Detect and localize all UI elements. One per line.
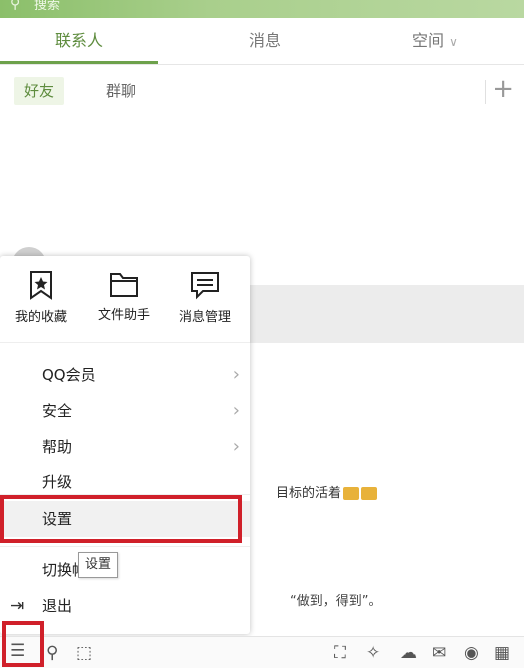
add-icon[interactable]: + bbox=[492, 75, 514, 103]
photo-icon[interactable]: ◉ bbox=[464, 643, 479, 663]
game-icon[interactable]: ⛶ bbox=[334, 643, 346, 663]
settings-tooltip: 设置 bbox=[78, 552, 119, 578]
tab-qzone[interactable]: 空间 ∨ bbox=[395, 18, 475, 64]
menu-item-switch-account[interactable]: 切换帐号 bbox=[0, 552, 250, 588]
my-favorites-button[interactable]: 我的收藏 bbox=[2, 270, 80, 325]
menu-item-help[interactable]: 帮助 › bbox=[0, 429, 250, 465]
exit-icon: ⇥ bbox=[10, 596, 25, 616]
search-bar[interactable]: ⚲ 搜索 bbox=[0, 0, 524, 18]
crown-icon bbox=[361, 487, 378, 500]
active-tab-indicator bbox=[0, 61, 158, 64]
crown-icon bbox=[343, 487, 360, 500]
contact-status-text: 目标的活着 bbox=[276, 482, 378, 501]
message-icon bbox=[191, 272, 219, 300]
mail-icon[interactable]: ✉ bbox=[432, 643, 446, 663]
apps-grid-icon[interactable]: ▦ bbox=[494, 643, 510, 663]
weather-icon[interactable]: ☁ bbox=[400, 643, 417, 663]
quick-action-label: 我的收藏 bbox=[14, 310, 67, 325]
pet-icon[interactable]: ✧ bbox=[366, 643, 380, 663]
menu-quick-actions: 我的收藏 文件助手 消息管理 bbox=[0, 256, 250, 343]
menu-item-label: QQ会员 bbox=[42, 366, 96, 384]
search-input[interactable]: 搜索 bbox=[34, 0, 60, 13]
folder-icon bbox=[110, 273, 138, 297]
menu-item-qq-vip[interactable]: QQ会员 › bbox=[0, 357, 250, 393]
divider bbox=[485, 80, 486, 104]
contact-status-text: “做到，得到”。 bbox=[290, 594, 382, 609]
quick-action-label: 消息管理 bbox=[178, 310, 231, 325]
menu-item-security[interactable]: 安全 › bbox=[0, 393, 250, 429]
message-manager-button[interactable]: 消息管理 bbox=[166, 270, 244, 325]
chevron-right-icon: › bbox=[232, 436, 240, 457]
bottom-toolbar: ☰ ⚲ ⬚ ⛶ ✧ ☁ ✉ ◉ ▦ bbox=[0, 636, 524, 668]
tab-qzone-label: 空间 bbox=[412, 31, 445, 50]
menu-item-label: 安全 bbox=[42, 402, 73, 420]
chevron-right-icon: › bbox=[232, 364, 240, 385]
search-icon: ⚲ bbox=[10, 0, 21, 12]
app-manager-icon[interactable]: ⬚ bbox=[76, 643, 92, 663]
chevron-down-icon: ∨ bbox=[449, 35, 458, 49]
add-contact-icon[interactable]: ⚲ bbox=[46, 643, 58, 663]
file-assistant-button[interactable]: 文件助手 bbox=[85, 270, 163, 323]
contact-subtabs: 好友 群聊 + bbox=[0, 65, 524, 115]
menu-divider bbox=[0, 546, 250, 547]
highlight-box bbox=[2, 621, 44, 667]
subtab-groups[interactable]: 群聊 bbox=[96, 77, 146, 105]
main-menu: 我的收藏 文件助手 消息管理 QQ会员 › 安全 › 帮助 › 升级 设置 切换… bbox=[0, 256, 250, 634]
chevron-right-icon: › bbox=[232, 400, 240, 421]
highlight-box bbox=[0, 495, 242, 543]
menu-item-exit[interactable]: ⇥ 退出 bbox=[0, 588, 250, 624]
menu-item-label: 帮助 bbox=[42, 438, 73, 456]
tab-contacts[interactable]: 联系人 bbox=[0, 18, 158, 64]
tab-messages[interactable]: 消息 bbox=[190, 18, 340, 64]
main-tabs: 联系人 消息 空间 ∨ bbox=[0, 18, 524, 65]
menu-item-label: 退出 bbox=[42, 597, 73, 615]
bookmark-icon bbox=[30, 271, 52, 300]
subtab-friends[interactable]: 好友 bbox=[14, 77, 65, 105]
quick-action-label: 文件助手 bbox=[97, 308, 150, 323]
